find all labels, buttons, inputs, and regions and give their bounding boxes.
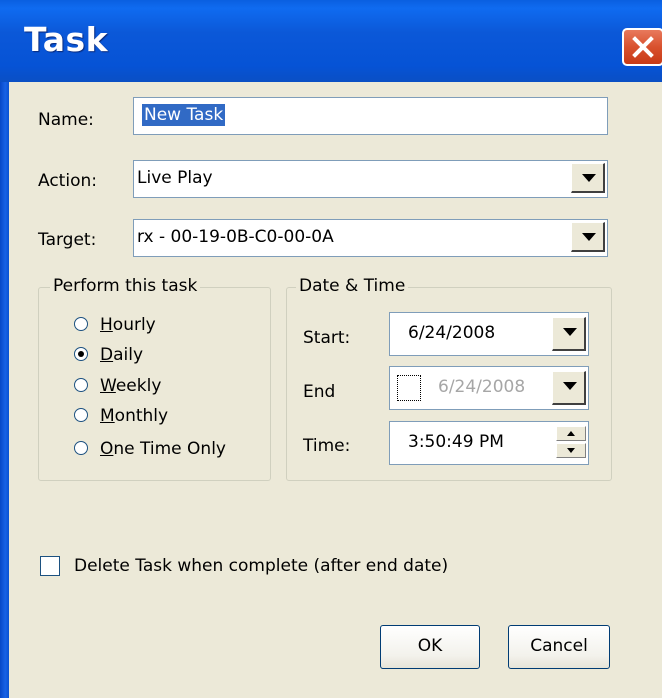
time-label: Time: (303, 436, 351, 456)
action-value: Live Play (137, 168, 213, 188)
radio-weekly[interactable] (74, 378, 88, 392)
action-select[interactable]: Live Play (133, 160, 608, 198)
action-label: Action: (38, 171, 97, 191)
delete-task-label[interactable]: Delete Task when complete (after end dat… (74, 556, 448, 576)
task-dialog: Task Name: New Task Action: Live Play Ta… (0, 0, 662, 698)
target-label: Target: (38, 230, 97, 250)
chevron-down-icon (582, 233, 596, 241)
window-title: Task (24, 20, 109, 59)
time-spin-up[interactable] (556, 426, 586, 441)
perform-task-legend: Perform this task (50, 276, 201, 296)
ok-button[interactable]: OK (380, 625, 480, 669)
start-date-value: 6/24/2008 (408, 323, 496, 343)
end-date-picker[interactable]: 6/24/2008 (389, 366, 589, 410)
radio-one-time-only[interactable] (74, 441, 88, 455)
name-field[interactable]: New Task (133, 97, 608, 135)
close-icon (632, 36, 654, 58)
start-label: Start: (303, 328, 351, 348)
end-date-checkbox[interactable] (397, 375, 421, 401)
radio-hourly-label[interactable]: Hourly (100, 315, 156, 335)
end-date-value: 6/24/2008 (438, 377, 526, 397)
start-date-dropdown-button[interactable] (552, 317, 586, 351)
name-value: New Task (142, 104, 226, 126)
target-dropdown-button[interactable] (571, 222, 605, 252)
end-date-dropdown-button[interactable] (552, 371, 586, 405)
delete-task-checkbox[interactable] (40, 556, 60, 576)
time-picker[interactable]: 3:50:49 PM (389, 421, 589, 465)
radio-one-time-only-label[interactable]: One Time Only (100, 439, 226, 459)
spin-down-icon (567, 448, 575, 453)
name-label: Name: (38, 110, 94, 130)
radio-daily[interactable] (74, 347, 88, 361)
start-date-picker[interactable]: 6/24/2008 (389, 312, 589, 356)
target-value: rx - 00-19-0B-C0-00-0A (137, 227, 334, 247)
radio-weekly-label[interactable]: Weekly (100, 376, 161, 396)
action-dropdown-button[interactable] (571, 163, 605, 193)
radio-daily-label[interactable]: Daily (100, 345, 143, 365)
chevron-down-icon (563, 328, 577, 336)
end-label: End (303, 382, 336, 402)
chevron-down-icon (582, 174, 596, 182)
time-spin-down[interactable] (556, 443, 586, 458)
title-bar[interactable]: Task (0, 0, 662, 82)
window-frame-left (0, 82, 9, 698)
date-time-legend: Date & Time (296, 276, 409, 296)
chevron-down-icon (563, 382, 577, 390)
radio-hourly[interactable] (74, 317, 88, 331)
spin-up-icon (567, 431, 575, 436)
radio-monthly[interactable] (74, 408, 88, 422)
time-value: 3:50:49 PM (408, 432, 504, 452)
radio-monthly-label[interactable]: Monthly (100, 406, 168, 426)
target-select[interactable]: rx - 00-19-0B-C0-00-0A (133, 219, 608, 257)
close-button[interactable] (622, 28, 662, 66)
cancel-button-label: Cancel (530, 636, 588, 656)
ok-button-label: OK (417, 636, 443, 656)
cancel-button[interactable]: Cancel (508, 625, 610, 669)
